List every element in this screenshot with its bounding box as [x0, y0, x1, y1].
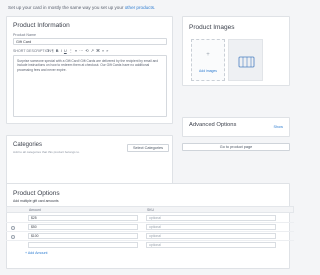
sku-input[interactable]: optional	[146, 215, 276, 221]
add-images-label: Add images	[199, 69, 217, 73]
table-row: optional	[6, 241, 294, 250]
sku-input[interactable]: optional	[146, 224, 276, 230]
select-categories-button[interactable]: Select Categories	[127, 144, 169, 152]
editor-toolbar: T ¶ B I U ⋮ ≡ ⋯ ⟲ ↗ ⌘ « »	[47, 48, 108, 54]
bold-icon[interactable]: B	[56, 49, 59, 53]
gift-card-image-icon	[238, 56, 255, 68]
paragraph-icon[interactable]: ¶	[52, 49, 54, 53]
sku-input[interactable]: optional	[146, 242, 276, 248]
intro-text: Set up your card in mostly the same way …	[8, 5, 155, 10]
link-icon[interactable]: ↗	[91, 48, 94, 53]
quote-open-icon[interactable]: «	[102, 49, 104, 53]
default-radio[interactable]	[11, 234, 15, 239]
options-table-header: Amount SKU	[6, 206, 294, 213]
quote-close-icon[interactable]: »	[106, 49, 108, 53]
description-text[interactable]: Surprise someone special with a Gift Car…	[17, 59, 163, 72]
intro-text-body: Set up your card in mostly the same way …	[8, 5, 125, 10]
sku-input[interactable]: optional	[146, 233, 276, 239]
categories-subtitle: Add to all categories that this product …	[13, 150, 80, 154]
other-products-link[interactable]: other products.	[125, 5, 156, 10]
product-name-label: Product Name	[13, 33, 36, 37]
table-row: $25 optional	[6, 214, 294, 223]
table-row: $50 optional	[6, 223, 294, 232]
advanced-options-card: Advanced Options Show	[182, 117, 290, 137]
product-images-card: Product Images + Add images	[182, 16, 290, 86]
sku-column-header: SKU	[147, 208, 154, 212]
product-image-thumbnail[interactable]	[228, 39, 263, 81]
amount-input[interactable]: $50	[28, 224, 138, 230]
product-information-title: Product Information	[13, 22, 70, 29]
underline-icon[interactable]: U	[64, 49, 67, 53]
amount-input[interactable]: $100	[28, 233, 138, 239]
amount-input[interactable]: $25	[28, 215, 138, 221]
product-name-input[interactable]: Gift Card	[13, 38, 167, 45]
product-images-title: Product Images	[189, 24, 235, 31]
description-editor[interactable]: Surprise someone special with a Gift Car…	[13, 55, 167, 117]
default-radio[interactable]	[11, 225, 15, 230]
align-icon[interactable]: ≡	[75, 49, 77, 53]
plus-icon: +	[206, 52, 210, 59]
table-row: $100 optional	[6, 232, 294, 241]
show-advanced-link[interactable]: Show	[274, 125, 284, 129]
categories-title: Categories	[13, 142, 43, 148]
add-amount-link[interactable]: + Add Amount	[25, 251, 47, 255]
amount-input[interactable]	[28, 242, 138, 248]
undo-icon[interactable]: ⟲	[85, 48, 88, 53]
more-icon[interactable]: ⋯	[79, 48, 83, 53]
product-options-subtitle: Add multiple gift card amounts	[13, 199, 59, 203]
list-icon[interactable]: ⋮	[69, 48, 73, 53]
short-description-label: SHORT DESCRIPTION	[13, 49, 52, 53]
product-information-card: Product Information Product Name Gift Ca…	[6, 16, 173, 124]
italic-icon[interactable]: I	[61, 49, 62, 53]
go-to-product-page-button[interactable]: Go to product page	[182, 143, 290, 151]
product-options-title: Product Options	[13, 190, 60, 197]
amount-column-header: Amount	[29, 208, 41, 212]
code-icon[interactable]: ⌘	[96, 48, 100, 53]
advanced-options-title: Advanced Options	[189, 122, 237, 128]
add-images-dropzone[interactable]: + Add images	[191, 39, 225, 81]
text-style-icon[interactable]: T	[47, 49, 49, 53]
